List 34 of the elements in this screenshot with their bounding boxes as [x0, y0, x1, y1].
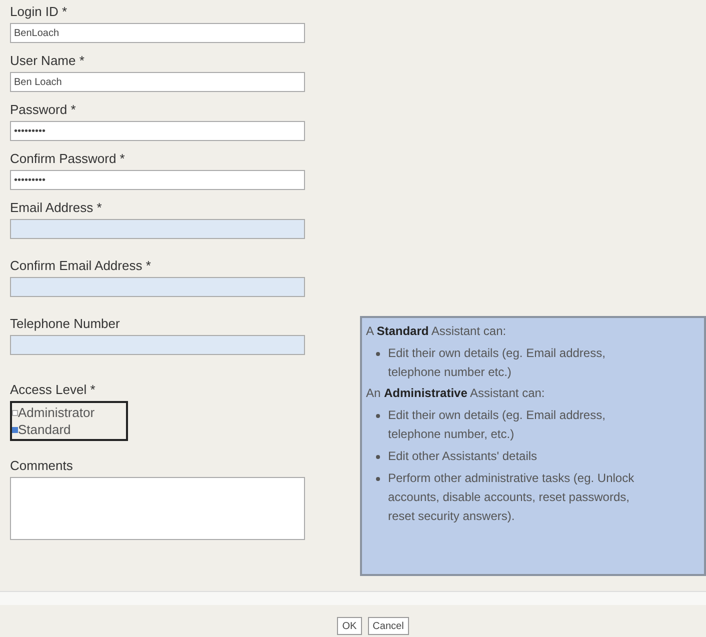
field-label: Telephone Number	[10, 315, 121, 332]
field-label: Comments	[10, 457, 74, 474]
dialog-button[interactable]: Cancel	[368, 617, 409, 635]
access-level-list[interactable]: Administrator Standard	[10, 401, 128, 441]
dialog-button[interactable]: OK	[337, 617, 362, 635]
input-field[interactable]	[10, 219, 305, 239]
radio-option[interactable]: Standard	[12, 421, 126, 438]
input-field[interactable]: •••••••••	[10, 170, 305, 190]
bullet-icon	[376, 414, 380, 418]
field-label: Email Address *	[10, 199, 103, 216]
field-label: Password *	[10, 101, 77, 118]
field-label: Login ID *	[10, 3, 68, 20]
info-text: An Administrative Assistant can:	[366, 385, 546, 402]
info-text: Edit their own details (eg. Email address, telephone number, etc.)	[388, 407, 606, 443]
field-label: User Name *	[10, 52, 86, 69]
field-label: Access Level *	[10, 381, 96, 398]
info-text: A Standard Assistant can:	[366, 323, 508, 340]
bullet-icon	[376, 477, 380, 481]
field-label: Confirm Password *	[10, 150, 126, 167]
field-label: Confirm Email Address *	[10, 257, 152, 274]
input-field[interactable]	[10, 277, 305, 297]
radio-option[interactable]: Administrator	[12, 404, 126, 421]
info-text: Perform other administrative tasks (eg. Unlock accounts, disable accounts, reset passwords, reset security answers).	[388, 470, 636, 525]
radio-icon	[12, 410, 18, 416]
input-field[interactable]	[10, 335, 305, 355]
comments-field[interactable]	[10, 477, 305, 540]
input-field[interactable]: •••••••••	[10, 121, 305, 141]
input-field[interactable]: BenLoach	[10, 23, 305, 43]
info-text: Edit other Assistants' details	[388, 448, 538, 465]
bullet-icon	[376, 455, 380, 459]
bullet-icon	[376, 352, 380, 356]
radio-icon	[12, 426, 18, 432]
info-text: Edit their own details (eg. Email address, telephone number etc.)	[388, 345, 606, 381]
input-field[interactable]: Ben Loach	[10, 72, 305, 92]
